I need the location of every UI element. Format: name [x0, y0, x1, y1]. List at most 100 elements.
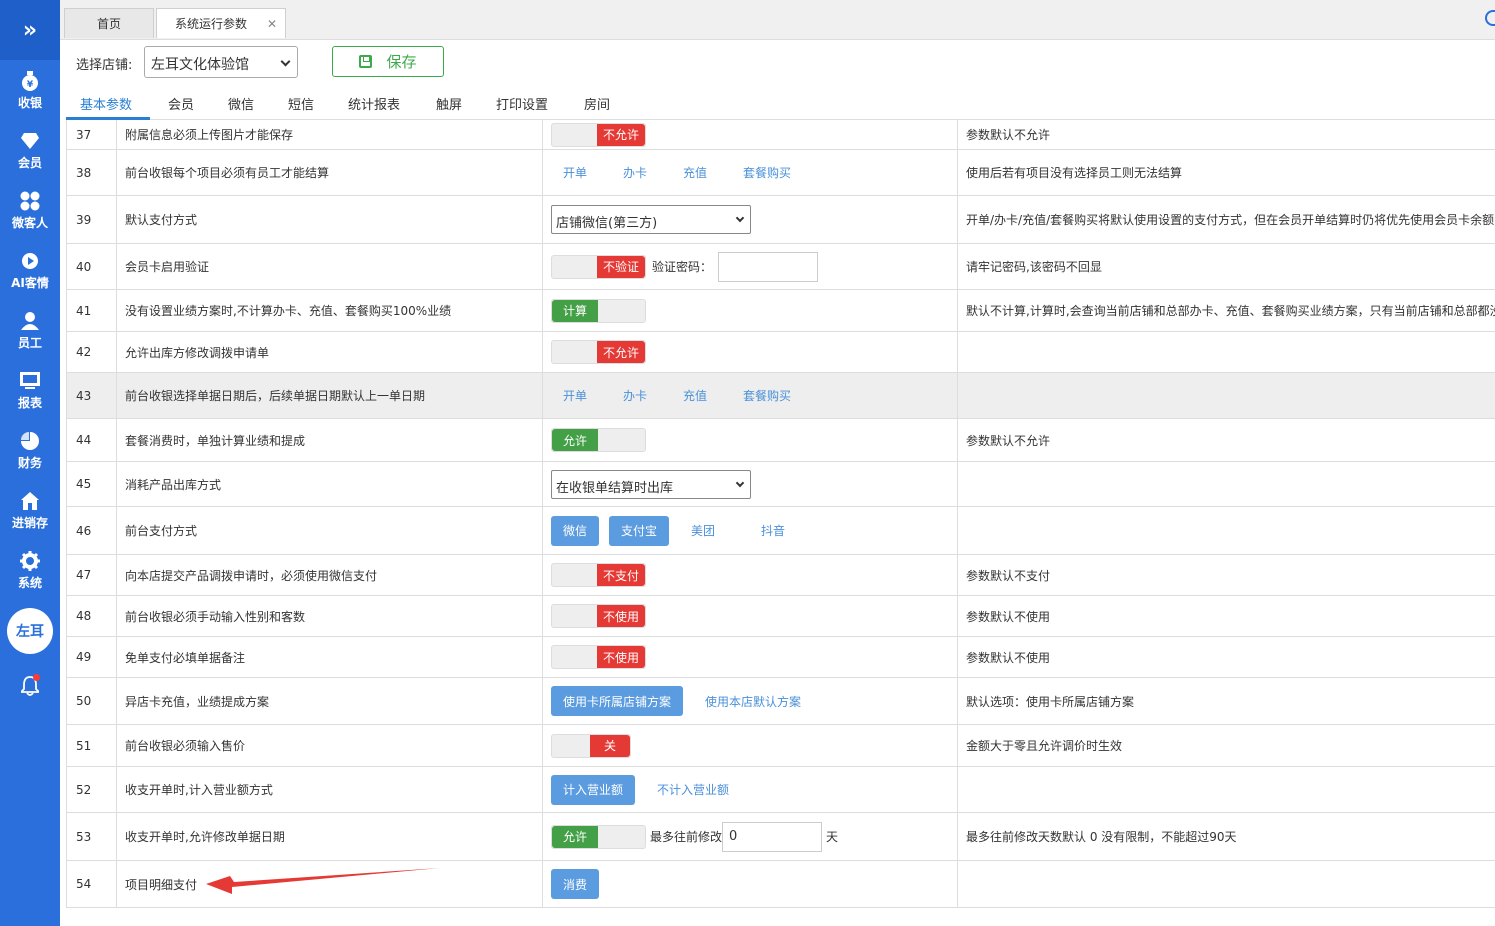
toggle-label: 计算 — [552, 299, 598, 322]
tab-touchscreen[interactable]: 触屏 — [436, 94, 462, 113]
row-description — [958, 507, 1495, 554]
sidebar-item-system[interactable]: 系统 — [0, 540, 60, 600]
row-control: 使用卡所属店铺方案 使用本店默认方案 — [543, 678, 958, 724]
option-douyin[interactable]: 抖音 — [761, 522, 785, 539]
option-package[interactable]: 套餐购买 — [743, 387, 791, 404]
toggle-switch[interactable]: 关 — [551, 733, 631, 758]
sidebar-item-ai[interactable]: AI客情 — [0, 240, 60, 300]
days-unit-label: 天 — [826, 830, 839, 844]
row-control: 允许 — [543, 419, 958, 461]
store-label: 选择店铺: — [76, 58, 133, 73]
toggle-label: 允许 — [552, 825, 598, 848]
toggle-switch[interactable]: 不允许 — [551, 122, 646, 147]
tab-home[interactable]: 首页 — [64, 8, 154, 38]
row-name: 前台支付方式 — [117, 507, 543, 554]
toggle-switch[interactable]: 不验证 — [551, 254, 646, 279]
option-recharge[interactable]: 充值 — [683, 387, 707, 404]
sidebar-item-reports[interactable]: 报表 — [0, 360, 60, 420]
option-consume-button[interactable]: 消费 — [551, 869, 600, 899]
table-row: 47 向本店提交产品调拨申请时，必须使用微信支付 不支付 参数默认不支付 — [66, 555, 1495, 596]
row-number: 50 — [66, 678, 117, 724]
option-local-default-plan[interactable]: 使用本店默认方案 — [705, 693, 801, 710]
toggle-label: 允许 — [552, 429, 598, 451]
row-control: 不使用 — [543, 596, 958, 636]
option-wechat-button[interactable]: 微信 — [551, 515, 600, 546]
tab-member[interactable]: 会员 — [168, 94, 194, 113]
option-card[interactable]: 办卡 — [623, 164, 647, 181]
row-control: 关 — [543, 725, 958, 766]
row-description: 参数默认不允许 — [966, 433, 1051, 448]
save-button[interactable]: 保存 — [332, 46, 444, 77]
toggle-switch[interactable]: 允许 — [551, 428, 646, 452]
floppy-disk-icon — [359, 55, 373, 68]
table-row: 39 默认支付方式 店铺微信(第三方) 开单/办卡/充值/套餐购买将默认使用设置… — [66, 196, 1495, 244]
row-control: 计入营业额 不计入营业额 — [543, 767, 958, 812]
sidebar: » ¥ 收银 会员 微客人 AI客情 员工 报表 财务 进销存 系统 左耳 — [0, 0, 60, 926]
expand-menu-icon[interactable]: » — [0, 0, 60, 60]
option-meituan[interactable]: 美团 — [691, 522, 715, 539]
sidebar-item-label: AI客情 — [11, 275, 49, 290]
row-name: 附属信息必须上传图片才能保存 — [117, 120, 543, 149]
sidebar-item-inventory[interactable]: 进销存 — [0, 480, 60, 540]
row-control: 不使用 — [543, 637, 958, 677]
toggle-switch[interactable]: 不允许 — [551, 340, 646, 364]
payment-method-select[interactable]: 店铺微信(第三方) — [551, 205, 751, 234]
row-number: 49 — [66, 637, 117, 677]
sidebar-item-label: 财务 — [17, 455, 42, 470]
store-select[interactable]: 左耳文化体验馆 — [144, 46, 298, 78]
sidebar-item-cashier[interactable]: ¥ 收银 — [0, 60, 60, 120]
option-exclude-revenue[interactable]: 不计入营业额 — [657, 781, 729, 798]
row-number: 54 — [66, 861, 117, 907]
option-card-store-plan-button[interactable]: 使用卡所属店铺方案 — [551, 686, 684, 716]
panel-edge-icon[interactable] — [1485, 10, 1495, 26]
tab-stat-reports[interactable]: 统计报表 — [348, 94, 400, 113]
row-description — [958, 767, 1495, 812]
row-number: 41 — [66, 290, 117, 331]
option-package[interactable]: 套餐购买 — [743, 164, 791, 181]
row-control: 不支付 — [543, 555, 958, 595]
outbound-method-select[interactable]: 在收银单结算时出库 — [551, 469, 751, 499]
row-number: 51 — [66, 725, 117, 766]
sidebar-item-staff[interactable]: 员工 — [0, 300, 60, 360]
row-number: 39 — [66, 196, 117, 243]
row-control: 不允许 — [543, 332, 958, 372]
tab-sms[interactable]: 短信 — [288, 94, 314, 113]
avatar[interactable]: 左耳 — [7, 608, 53, 654]
tab-bar: 首页 系统运行参数 ✕ — [60, 0, 1495, 40]
sidebar-item-micro-guest[interactable]: 微客人 — [0, 180, 60, 240]
tab-rooms[interactable]: 房间 — [584, 94, 610, 113]
option-open-order[interactable]: 开单 — [563, 387, 587, 404]
sidebar-item-member[interactable]: 会员 — [0, 120, 60, 180]
toggle-switch[interactable]: 不支付 — [551, 563, 646, 587]
row-name: 向本店提交产品调拨申请时，必须使用微信支付 — [117, 555, 543, 595]
toggle-switch[interactable]: 计算 — [551, 298, 646, 323]
toggle-switch[interactable]: 不使用 — [551, 604, 646, 628]
row-description: 默认不计算,计算时,会查询当前店铺和总部办卡、充值、套餐购买业绩方案，只有当前店… — [966, 304, 1495, 318]
option-alipay-button[interactable]: 支付宝 — [609, 515, 670, 546]
close-icon[interactable]: ✕ — [267, 17, 277, 31]
toggle-label: 不使用 — [597, 605, 645, 627]
row-control: 店铺微信(第三方) — [543, 196, 958, 243]
option-open-order[interactable]: 开单 — [563, 164, 587, 181]
toggle-switch[interactable]: 不使用 — [551, 645, 646, 669]
tab-print-settings[interactable]: 打印设置 — [496, 94, 548, 113]
tab-basic-params[interactable]: 基本参数 — [80, 94, 132, 113]
sidebar-item-label: 微客人 — [11, 215, 48, 230]
option-card[interactable]: 办卡 — [623, 387, 647, 404]
option-include-revenue-button[interactable]: 计入营业额 — [551, 774, 636, 805]
option-recharge[interactable]: 充值 — [683, 164, 707, 181]
red-arrow-annotation — [206, 868, 440, 894]
tab-wechat[interactable]: 微信 — [228, 94, 254, 113]
sidebar-item-finance[interactable]: 财务 — [0, 420, 60, 480]
row-description: 参数默认不使用 — [966, 609, 1051, 624]
tab-system-params[interactable]: 系统运行参数 ✕ — [156, 8, 286, 38]
toggle-switch[interactable]: 允许 — [551, 824, 646, 849]
password-input[interactable] — [718, 251, 819, 282]
select-value: 在收银单结算时出库 — [556, 480, 674, 496]
bell-icon[interactable] — [18, 674, 42, 698]
max-days-input[interactable]: 0 — [722, 821, 823, 852]
row-control: 计算 — [543, 290, 958, 331]
row-description — [958, 861, 1495, 907]
tab-label: 首页 — [96, 17, 121, 31]
row-name: 收支开单时,允许修改单据日期 — [117, 813, 543, 860]
